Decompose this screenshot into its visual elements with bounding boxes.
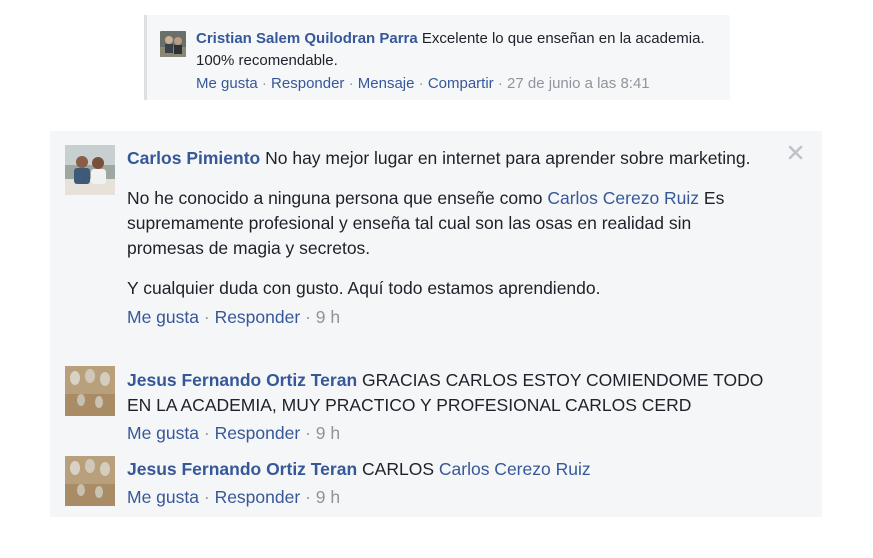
comment-text: No hay mejor lugar en internet para apre… <box>265 148 751 168</box>
mention-link[interactable]: Carlos Cerezo Ruiz <box>547 188 699 208</box>
avatar[interactable] <box>65 145 115 195</box>
reply-link[interactable]: Responder <box>215 487 301 507</box>
reply-link[interactable]: Responder <box>215 423 301 443</box>
comment-text: CARLOS <box>362 459 434 479</box>
separator: · <box>418 75 424 92</box>
avatar[interactable] <box>65 456 115 506</box>
separator: · <box>203 423 210 443</box>
comment-timestamp[interactable]: 27 de junio a las 8:41 <box>507 75 650 92</box>
comment-author[interactable]: Jesus Fernando Ortiz Teran <box>127 370 357 390</box>
share-link[interactable]: Compartir <box>428 75 494 92</box>
comment-author[interactable]: Jesus Fernando Ortiz Teran <box>127 459 357 479</box>
comment-timestamp[interactable]: 9 h <box>316 423 340 443</box>
separator: · <box>305 307 311 327</box>
separator: · <box>348 75 354 92</box>
comment-text: Y cualquier duda con gusto. Aquí todo es… <box>127 278 601 298</box>
comment-text: No he conocido a ninguna persona que ens… <box>127 188 543 208</box>
message-link[interactable]: Mensaje <box>358 75 415 92</box>
comment-author[interactable]: Carlos Pimiento <box>127 148 260 168</box>
like-link[interactable]: Me gusta <box>127 487 199 507</box>
separator: · <box>305 423 311 443</box>
like-link[interactable]: Me gusta <box>196 75 258 92</box>
separator: · <box>305 487 311 507</box>
comment-author[interactable]: Cristian Salem Quilodran Parra <box>196 30 418 47</box>
comment-timestamp[interactable]: 9 h <box>316 487 340 507</box>
separator: · <box>203 307 210 327</box>
like-link[interactable]: Me gusta <box>127 307 199 327</box>
shared-comment-card: Cristian Salem Quilodran Parra Excelente… <box>144 15 730 100</box>
close-icon[interactable] <box>786 143 806 163</box>
comment-timestamp[interactable]: 9 h <box>316 307 340 327</box>
avatar[interactable] <box>65 366 115 416</box>
separator: · <box>203 487 210 507</box>
like-link[interactable]: Me gusta <box>127 423 199 443</box>
reply-link[interactable]: Responder <box>271 75 344 92</box>
reply-link[interactable]: Responder <box>215 307 301 327</box>
mention-link[interactable]: Carlos Cerezo Ruiz <box>439 459 591 479</box>
separator: · <box>497 75 503 92</box>
comment-thread: Carlos Pimiento No hay mejor lugar en in… <box>50 131 822 517</box>
separator: · <box>261 75 267 92</box>
avatar[interactable] <box>160 31 186 57</box>
